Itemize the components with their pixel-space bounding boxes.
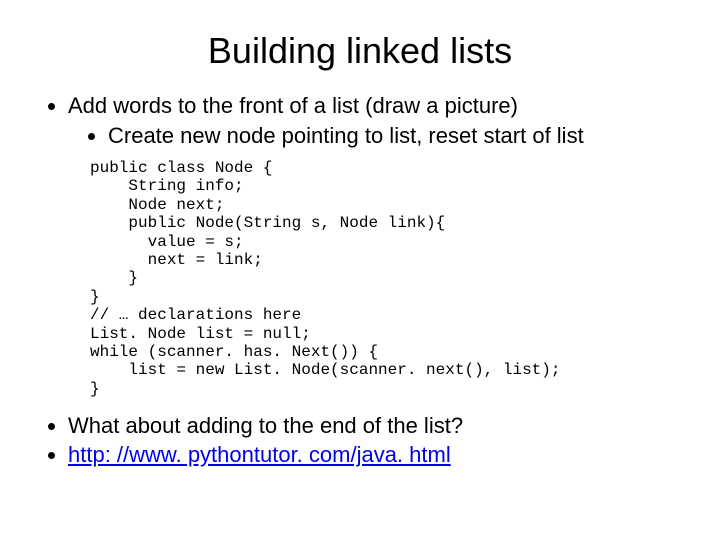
bullet-text-2: What about adding to the end of the list… xyxy=(68,413,463,438)
code-block: public class Node { String info; Node ne… xyxy=(90,159,680,398)
tutor-link[interactable]: http: //www. pythontutor. com/java. html xyxy=(68,442,451,467)
bullet-item-3: http: //www. pythontutor. com/java. html xyxy=(68,441,680,470)
bullet-list-bottom: What about adding to the end of the list… xyxy=(40,412,680,469)
bullet-subtext-1: Create new node pointing to list, reset … xyxy=(108,123,584,148)
bullet-subitem-1: Create new node pointing to list, reset … xyxy=(108,122,680,150)
bullet-item-1: Add words to the front of a list (draw a… xyxy=(68,92,680,149)
slide-title: Building linked lists xyxy=(40,30,680,72)
slide-container: Building linked lists Add words to the f… xyxy=(0,0,720,489)
bullet-sublist: Create new node pointing to list, reset … xyxy=(68,122,680,150)
bullet-list-top: Add words to the front of a list (draw a… xyxy=(40,92,680,149)
bullet-text-1: Add words to the front of a list (draw a… xyxy=(68,93,518,118)
bullet-item-2: What about adding to the end of the list… xyxy=(68,412,680,441)
